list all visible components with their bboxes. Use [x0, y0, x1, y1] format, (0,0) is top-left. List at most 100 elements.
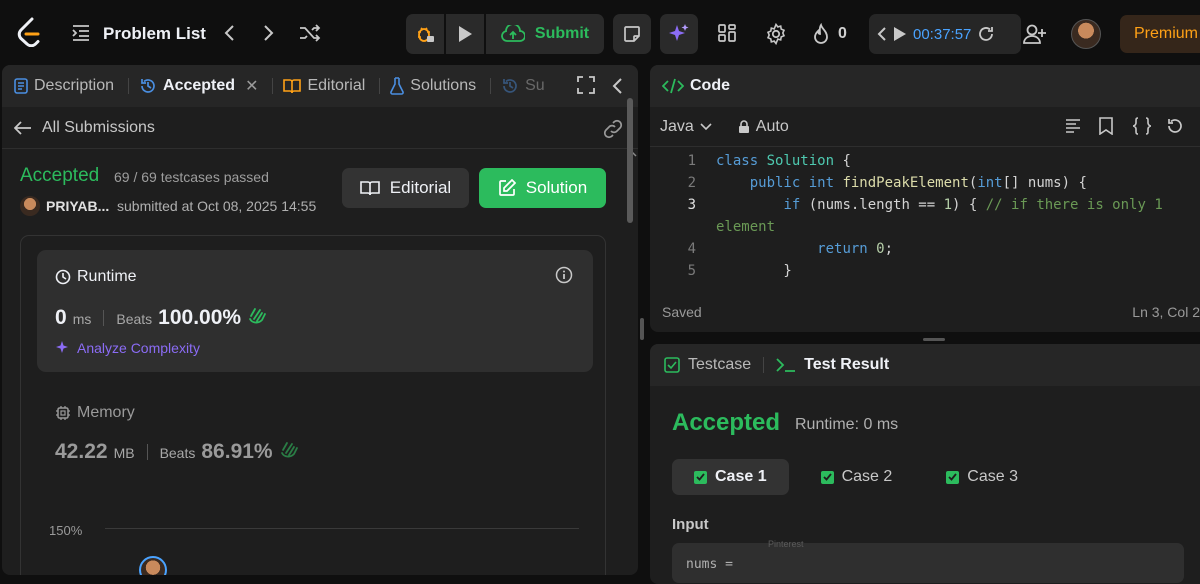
line-number: 3	[687, 197, 696, 213]
analyze-complexity-link[interactable]: Analyze Complexity	[55, 340, 200, 356]
chart-user-marker[interactable]	[139, 556, 167, 575]
code-line[interactable]: 2 public int findPeakElement(int[] nums)…	[650, 175, 1200, 197]
horizontal-resize-handle[interactable]	[923, 338, 945, 341]
braces-icon[interactable]	[1132, 117, 1152, 137]
layout-grid-icon[interactable]	[716, 22, 738, 44]
memory-value: 42.22	[55, 440, 108, 463]
runtime-card[interactable]: Runtime 0 ms Beats 100.00% Analyze Compl…	[37, 250, 593, 372]
scrollbar-thumb[interactable]	[627, 98, 633, 223]
info-icon[interactable]	[555, 266, 575, 286]
reset-code-icon[interactable]	[1166, 117, 1186, 137]
avatar[interactable]	[20, 196, 40, 216]
memory-title: Memory	[77, 404, 135, 421]
book-icon	[283, 79, 302, 94]
result-status: Accepted	[672, 409, 781, 436]
runtime-title: Runtime	[77, 268, 137, 285]
code-line[interactable]: element	[650, 219, 1200, 241]
code-text: public int findPeakElement(int[] nums) {	[749, 175, 1087, 191]
test-result-panel: Testcase Test Result Accepted Runtime: 0…	[650, 344, 1200, 584]
notes-button[interactable]	[613, 14, 651, 54]
tab-submissions[interactable]: Su	[501, 77, 545, 95]
analyze-complexity-label: Analyze Complexity	[77, 340, 200, 356]
debug-button[interactable]	[406, 14, 444, 54]
submit-button[interactable]: Submit	[486, 14, 604, 54]
clap-icon	[249, 308, 266, 324]
flask-icon	[390, 77, 405, 95]
streak-count: 0	[838, 25, 847, 42]
chart-gridline	[105, 528, 579, 529]
code-title[interactable]: Code	[690, 77, 730, 95]
runtime-value: 0	[55, 306, 67, 329]
memory-value-row: 42.22 MB Beats 86.91%	[55, 440, 299, 464]
vertical-resize-handle[interactable]	[640, 318, 644, 340]
leetcode-logo-icon[interactable]	[14, 17, 44, 47]
performance-stats: Runtime 0 ms Beats 100.00% Analyze Compl…	[20, 235, 606, 575]
prev-problem-icon[interactable]	[218, 22, 240, 44]
gear-icon[interactable]	[764, 22, 788, 46]
auto-mode-toggle[interactable]: Auto	[738, 118, 789, 136]
run-button[interactable]	[446, 14, 484, 54]
tab-divider	[763, 357, 765, 373]
case-tabs: Case 1 Case 2 Case 3	[672, 459, 1040, 495]
beats-label: Beats	[116, 311, 153, 327]
problem-list-link[interactable]: Problem List	[103, 24, 206, 44]
memory-unit: MB	[113, 445, 135, 461]
divider	[103, 310, 105, 326]
solution-button[interactable]: Solution	[479, 168, 606, 208]
problem-list-icon[interactable]	[70, 22, 92, 44]
mode-label: Auto	[755, 117, 789, 135]
tab-test-result[interactable]: Test Result	[776, 356, 889, 374]
chevron-down-icon	[700, 122, 712, 130]
code-editor[interactable]: 1 class Solution {2 public int findPeakEl…	[650, 153, 1200, 295]
ai-sparkle-button[interactable]	[660, 14, 698, 54]
case-label: Case 2	[841, 468, 893, 485]
tab-accepted[interactable]: Accepted ✕	[139, 76, 258, 96]
play-icon[interactable]	[893, 26, 907, 42]
code-line[interactable]: 4 return 0;	[650, 241, 1200, 263]
history-icon	[141, 79, 155, 93]
tab-description[interactable]: Description	[14, 77, 114, 95]
user-avatar[interactable]	[1071, 19, 1101, 49]
username[interactable]: PRIYAB...	[46, 198, 109, 214]
code-line[interactable]: 5 }	[650, 263, 1200, 285]
line-number: 1	[687, 153, 696, 169]
next-problem-icon[interactable]	[258, 22, 280, 44]
reset-timer-icon[interactable]	[977, 25, 995, 43]
line-number: 2	[687, 175, 696, 191]
tab-solutions[interactable]: Solutions	[390, 77, 476, 95]
left-tab-bar: Description Accepted ✕ Editorial Solutio…	[2, 65, 638, 107]
chevron-left-icon[interactable]	[877, 27, 887, 41]
bookmark-icon[interactable]	[1098, 117, 1118, 137]
code-line[interactable]: 1 class Solution {	[650, 153, 1200, 175]
code-text: return 0;	[817, 241, 894, 257]
language-select[interactable]: Java	[660, 118, 712, 136]
tab-testcase[interactable]: Testcase	[664, 356, 751, 374]
tab-testcase-label: Testcase	[688, 356, 752, 373]
case-tab-2[interactable]: Case 2	[799, 459, 915, 495]
streak-counter[interactable]: 0	[812, 20, 847, 48]
premium-button[interactable]: Premium	[1120, 15, 1200, 53]
collapse-panel-icon[interactable]	[611, 77, 629, 95]
case-tab-3[interactable]: Case 3	[924, 459, 1040, 495]
cloud-upload-icon	[501, 25, 525, 42]
shuffle-icon[interactable]	[298, 22, 322, 44]
result-runtime: Runtime: 0 ms	[795, 416, 899, 433]
fullscreen-icon[interactable]	[577, 76, 597, 96]
editorial-button[interactable]: Editorial	[342, 168, 469, 208]
submit-label: Submit	[534, 25, 590, 42]
all-submissions-link[interactable]: All Submissions	[2, 107, 638, 149]
runtime-heading: Runtime	[55, 268, 137, 286]
memory-heading[interactable]: Memory	[55, 404, 135, 422]
check-icon	[946, 470, 960, 484]
link-icon[interactable]	[602, 118, 624, 140]
add-user-icon[interactable]	[1022, 22, 1048, 46]
input-value-box[interactable]: nums =	[672, 543, 1184, 583]
tab-editorial[interactable]: Editorial	[283, 77, 365, 95]
format-icon[interactable]	[1064, 117, 1084, 137]
case-tab-1[interactable]: Case 1	[672, 459, 789, 495]
tab-divider	[490, 78, 492, 94]
close-icon[interactable]: ✕	[245, 76, 258, 96]
code-line[interactable]: 3 if (nums.length == 1) { // if there is…	[650, 197, 1200, 219]
code-editor-panel: Code Java Auto 1 class Solution {2 public…	[650, 65, 1200, 332]
tab-solutions-label: Solutions	[410, 77, 477, 94]
